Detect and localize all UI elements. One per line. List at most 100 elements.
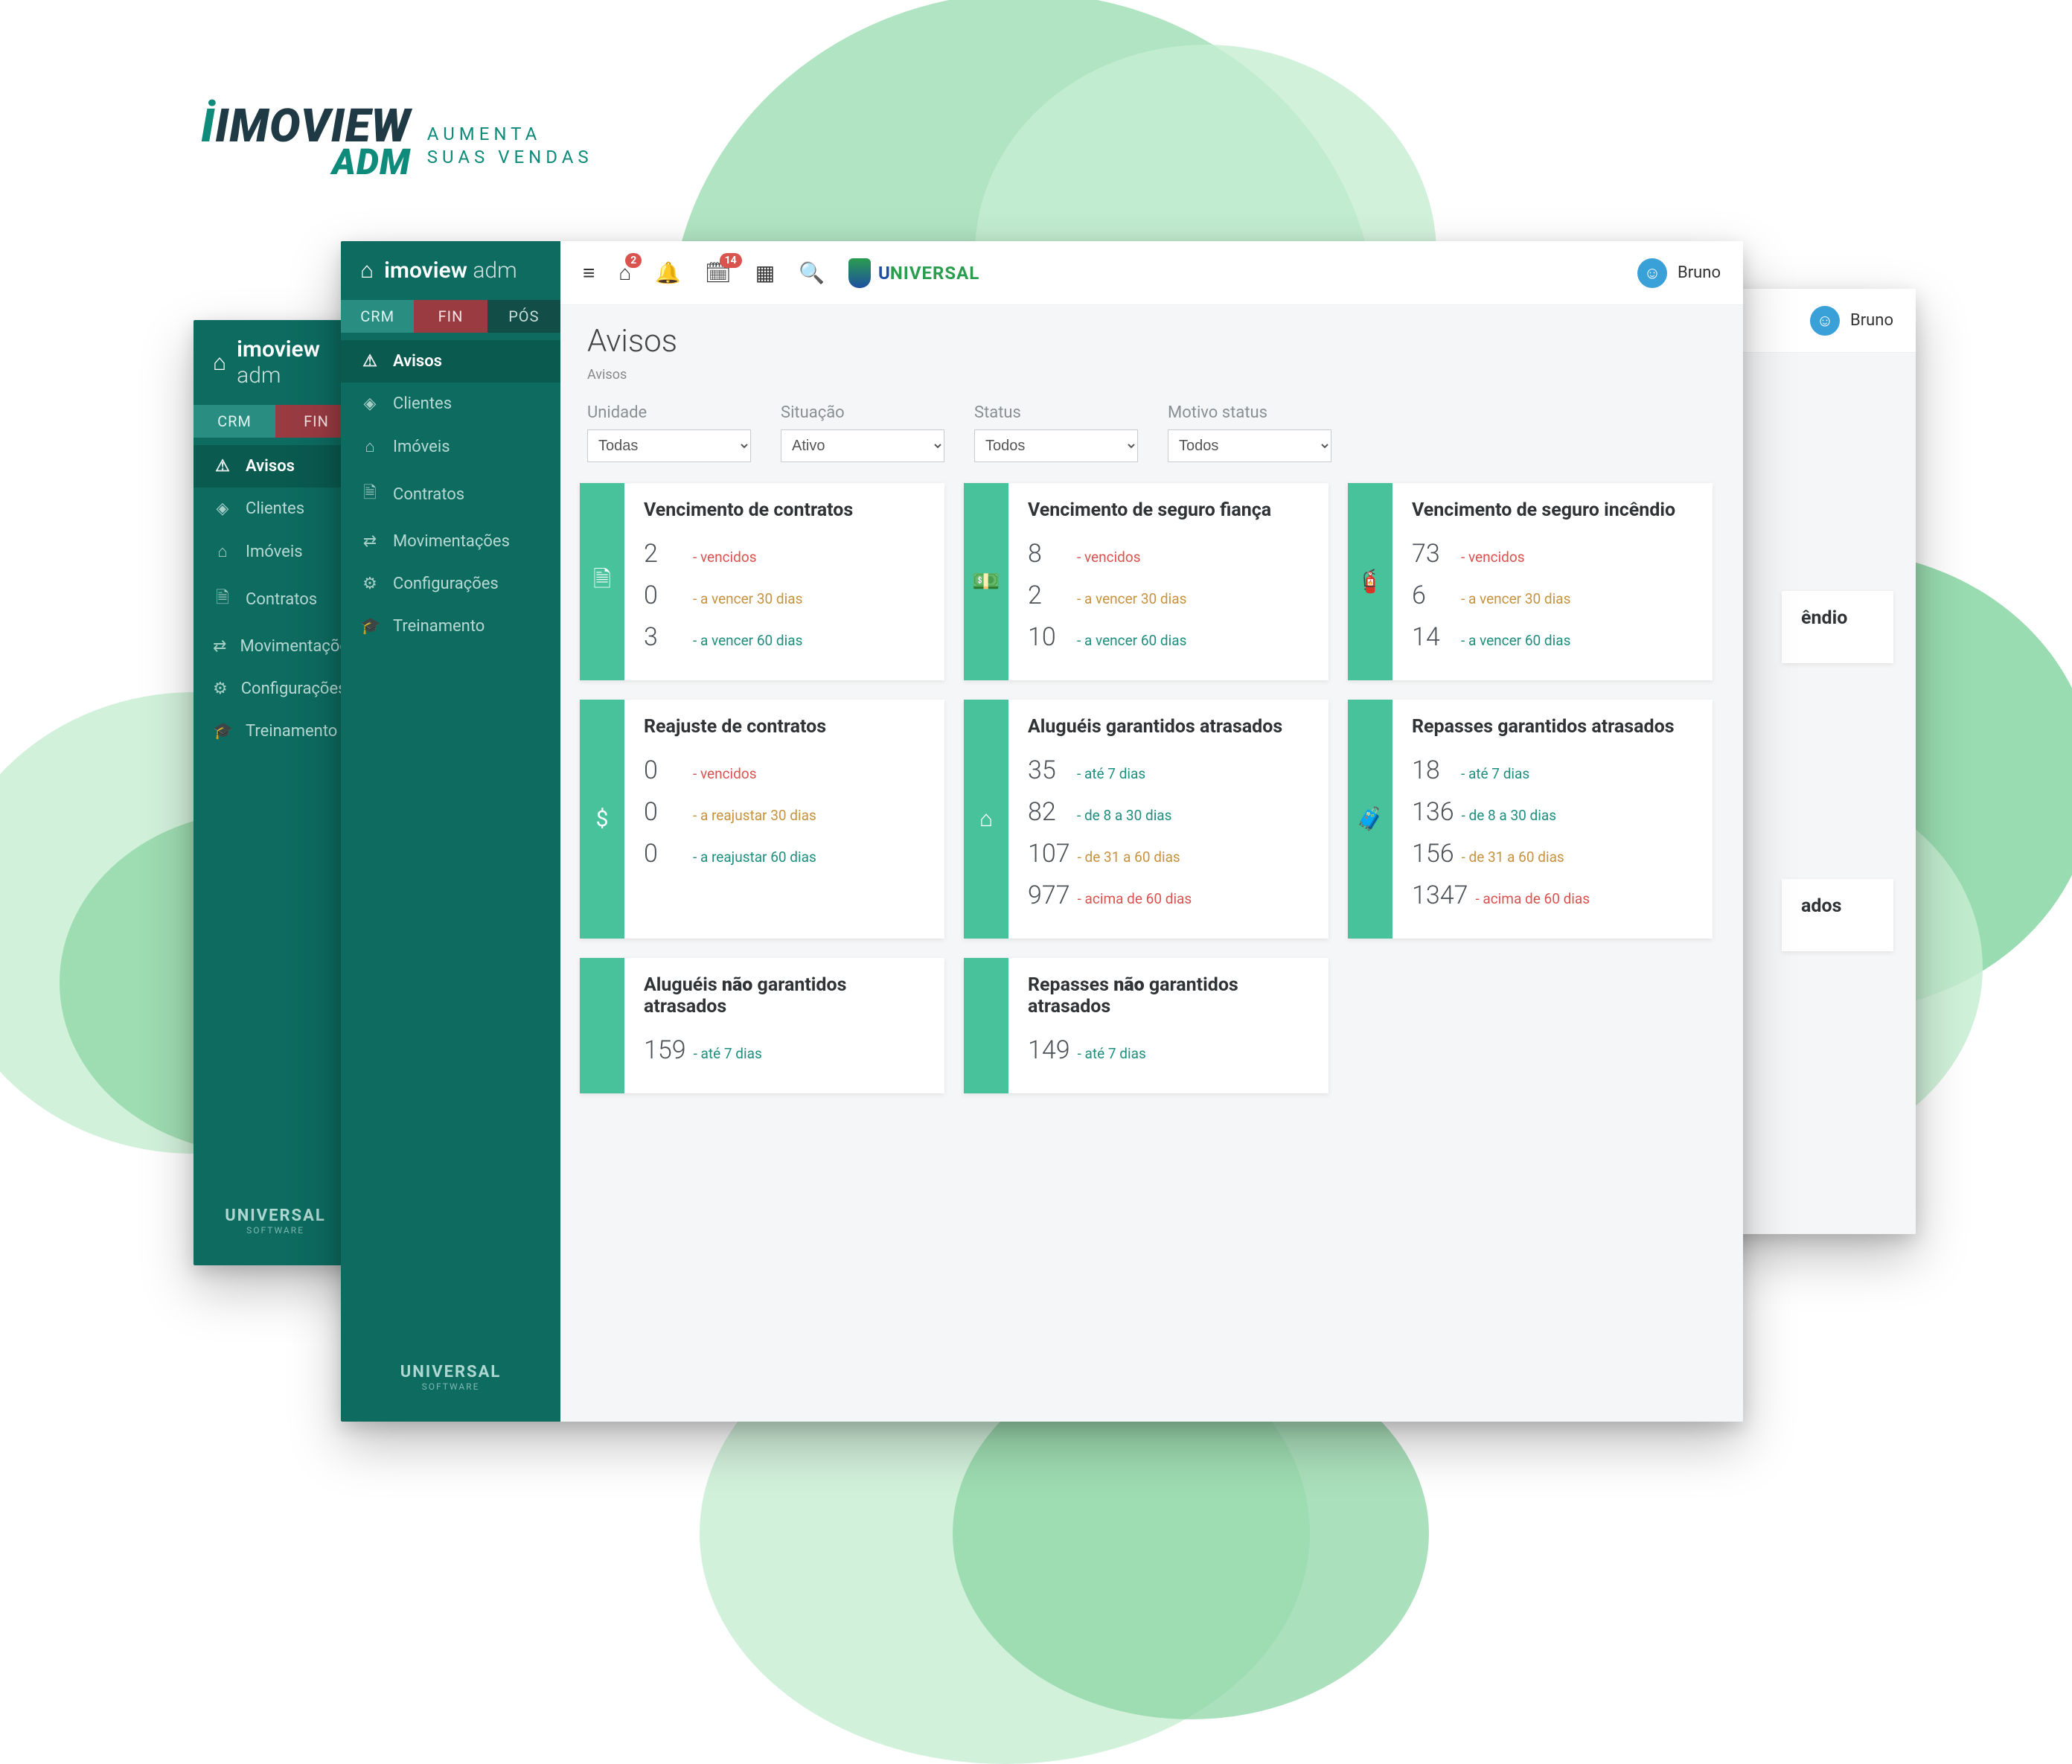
warning-icon: ⚠	[213, 457, 232, 476]
user-name: Bruno	[1678, 263, 1721, 282]
briefcase-icon: 🧳	[1348, 700, 1392, 939]
card-vencimento-contratos[interactable]: 🗎 Vencimento de contratos 2- vencidos 0-…	[580, 483, 944, 680]
sidebar-item-avisos[interactable]: ⚠Avisos	[341, 340, 560, 383]
card-stripe	[964, 958, 1008, 1093]
avatar: ☺	[1810, 306, 1840, 336]
card-seguro-incendio[interactable]: 🧯 Vencimento de seguro incêndio 73- venc…	[1348, 483, 1713, 680]
stat-value: 2	[644, 539, 685, 569]
card-peek-title: êndio	[1801, 607, 1874, 629]
stat-value: 3	[644, 622, 685, 652]
card-reajuste-contratos[interactable]: $ Reajuste de contratos 0- vencidos 0- a…	[580, 700, 944, 939]
card-repasses-garantidos[interactable]: 🧳 Repasses garantidos atrasados 18- até …	[1348, 700, 1713, 939]
gear-icon: ⚙	[360, 575, 380, 593]
document-icon: 🗎	[360, 480, 380, 508]
stat-label: - a vencer 30 dias	[693, 590, 802, 607]
app-window-front: ⌂ imoview adm CRM FIN PÓS ⚠Avisos ◈Clien…	[341, 241, 1743, 1422]
card-repasses-nao-garantidos[interactable]: Repasses não garantidos atrasados 149- a…	[964, 958, 1328, 1093]
badge: 2	[625, 253, 642, 268]
transfer-icon: ⇄	[213, 637, 226, 656]
house-icon: ⌂	[964, 700, 1008, 939]
tab-crm[interactable]: CRM	[194, 405, 275, 438]
brand-tag-1: AUMENTA	[427, 123, 593, 146]
card-alugueis-nao-garantidos[interactable]: Aluguéis não garantidos atrasados 159- a…	[580, 958, 944, 1093]
sidebar-item-moviment[interactable]: ⇄Movimentações	[341, 520, 560, 563]
stat-label: - vencidos	[693, 549, 757, 566]
graduation-icon: 🎓	[213, 722, 232, 741]
home-icon: ⌂	[360, 258, 374, 284]
sidebar-item-imoveis[interactable]: ⌂Imóveis	[341, 425, 560, 468]
sidebar-item-treina[interactable]: 🎓Treinamento	[341, 605, 560, 648]
home-icon: ⌂	[213, 350, 226, 376]
user-menu[interactable]: ☺ Bruno	[1637, 258, 1721, 288]
sidebar-item-clientes[interactable]: ◈Clientes	[341, 383, 560, 425]
house-icon: ⌂	[360, 437, 380, 456]
brand-tag-2: SUAS VENDAS	[427, 146, 593, 169]
tab-crm[interactable]: CRM	[341, 300, 414, 333]
sidebar-item-config[interactable]: ⚙Configurações	[194, 668, 357, 710]
stat-value: 0	[644, 581, 685, 610]
sidebar-item-imoveis[interactable]: ⌂Imóveis	[194, 530, 357, 573]
user-menu[interactable]: ☺ Bruno	[1810, 306, 1893, 336]
document-icon: 🗎	[213, 585, 232, 613]
transfer-icon: ⇄	[360, 532, 380, 551]
filter-select-situacao[interactable]: Ativo	[781, 429, 944, 462]
filter-label-situacao: Situação	[781, 403, 944, 422]
sidebar-app-title: ⌂ imoview adm	[194, 320, 357, 405]
money-icon: 💵	[964, 483, 1008, 680]
card-title: Aluguéis garantidos atrasados	[1028, 716, 1309, 738]
filter-select-status[interactable]: Todos	[974, 429, 1138, 462]
warning-icon: ⚠	[360, 352, 380, 371]
card-stripe	[580, 958, 624, 1093]
filter-select-motivo[interactable]: Todos	[1168, 429, 1331, 462]
sidebar-item-moviment[interactable]: ⇄Movimentações	[194, 625, 357, 668]
search-icon[interactable]: 🔍	[799, 261, 825, 285]
filter-select-unidade[interactable]: Todas	[587, 429, 751, 462]
filter-label-motivo: Motivo status	[1168, 403, 1331, 422]
calendar-icon[interactable]: 🗓14	[705, 261, 732, 285]
brand-mark-icon	[848, 258, 871, 288]
sidebar-item-clientes[interactable]: ◈Clientes	[194, 488, 357, 530]
home-icon[interactable]: ⌂2	[618, 261, 631, 285]
menu-icon[interactable]: ≡	[583, 261, 595, 285]
bell-icon[interactable]: 🔔	[655, 261, 681, 285]
sidebar-footer-brand: UNIVERSALSOFTWARE	[194, 1186, 357, 1265]
apps-icon[interactable]: ▦	[755, 261, 775, 285]
graduation-icon: 🎓	[360, 617, 380, 636]
card-seguro-fianca[interactable]: 💵 Vencimento de seguro fiança 8- vencido…	[964, 483, 1328, 680]
dollar-icon: $	[580, 700, 624, 939]
badge: 14	[720, 253, 742, 268]
filter-label-status: Status	[974, 403, 1138, 422]
sidebar-footer-brand: UNIVERSALSOFTWARE	[341, 1342, 560, 1422]
card-title: Reajuste de contratos	[644, 716, 925, 738]
tab-fin[interactable]: FIN	[414, 300, 487, 333]
sidebar-item-contratos[interactable]: 🗎Contratos	[341, 468, 560, 520]
sidebar-app-title: ⌂ imoview adm	[341, 241, 560, 300]
user-name: Bruno	[1850, 311, 1893, 330]
card-alugueis-garantidos[interactable]: ⌂ Aluguéis garantidos atrasados 35- até …	[964, 700, 1328, 939]
clients-icon: ◈	[360, 394, 380, 413]
stat-label: - a vencer 60 dias	[693, 632, 802, 649]
card-title: Vencimento de seguro incêndio	[1412, 499, 1693, 521]
sidebar-item-contratos[interactable]: 🗎Contratos	[194, 573, 357, 625]
partner-brand: UNIVERSAL	[848, 258, 979, 288]
document-icon: 🗎	[580, 483, 624, 680]
clients-icon: ◈	[213, 499, 232, 518]
page-title: Avisos	[587, 323, 1716, 359]
card-title: Vencimento de contratos	[644, 499, 925, 521]
sidebar-item-config[interactable]: ⚙Configurações	[341, 563, 560, 605]
filter-label-unidade: Unidade	[587, 403, 751, 422]
fire-extinguisher-icon: 🧯	[1348, 483, 1392, 680]
card-title: Repasses garantidos atrasados	[1412, 716, 1693, 738]
card-title: Repasses não garantidos atrasados	[1028, 974, 1309, 1017]
sidebar-item-avisos[interactable]: ⚠Avisos	[194, 445, 357, 488]
card-title: Vencimento de seguro fiança	[1028, 499, 1309, 521]
house-icon: ⌂	[213, 542, 232, 561]
card-peek-title: ados	[1801, 895, 1874, 917]
product-brand: İIMOVIEW ADM AUMENTA SUAS VENDAS	[201, 108, 593, 176]
gear-icon: ⚙	[213, 680, 228, 698]
topbar: ≡ ⌂2 🔔 🗓14 ▦ 🔍 UNIVERSAL ☺ Bruno	[560, 241, 1743, 305]
sidebar-item-treina[interactable]: 🎓Treinamento	[194, 710, 357, 752]
breadcrumb: Avisos	[587, 367, 1716, 383]
tab-pos[interactable]: PÓS	[487, 300, 560, 333]
card-title: Aluguéis não garantidos atrasados	[644, 974, 925, 1017]
